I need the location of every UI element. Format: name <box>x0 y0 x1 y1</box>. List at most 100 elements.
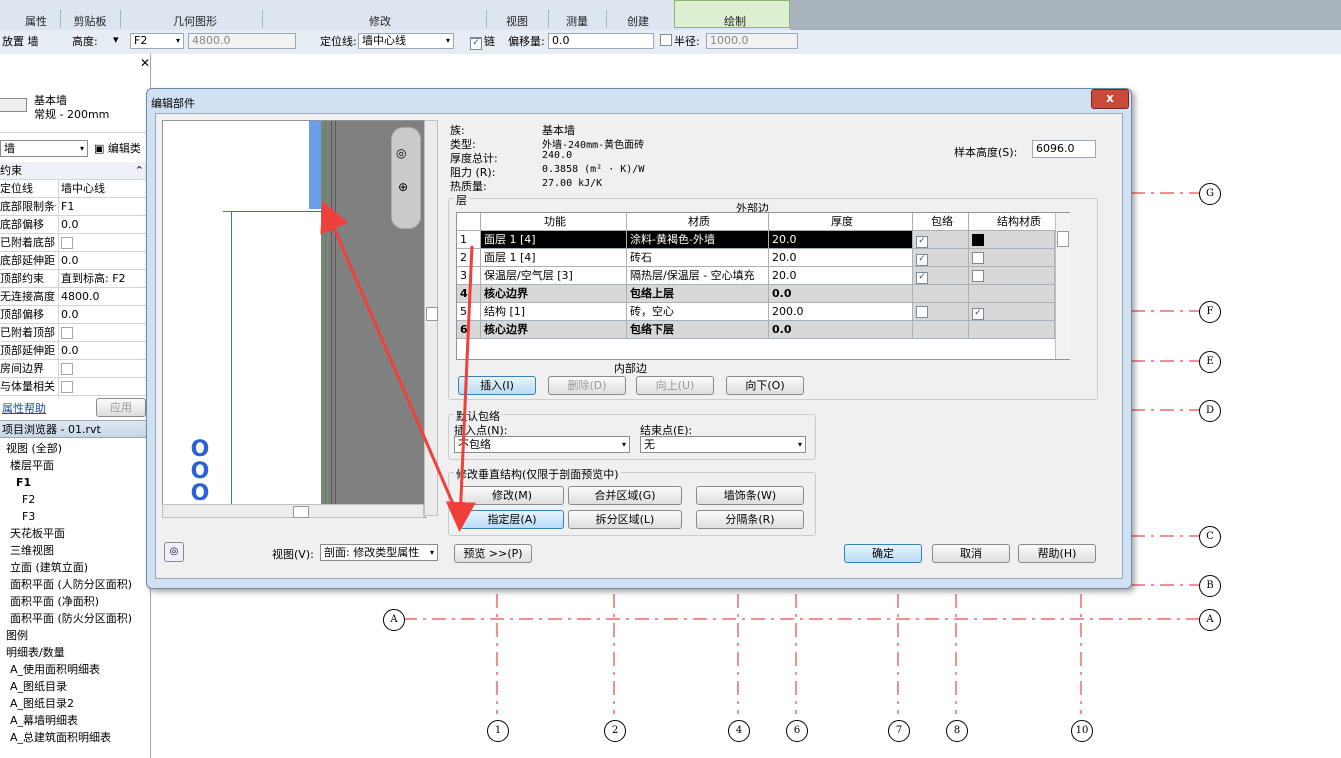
grid-bubble-row[interactable]: G <box>1199 183 1221 205</box>
layer-row[interactable]: 1 面层 1 [4] 涂料-黄褐色-外墙 20.0 ✓ <box>457 231 1070 249</box>
layer-cell-n[interactable]: 3 <box>457 267 481 285</box>
browser-item[interactable]: A_使用面积明细表 <box>10 661 100 678</box>
modify-button[interactable]: 修改(M) <box>460 486 564 505</box>
ok-button[interactable]: 确定 <box>844 544 922 563</box>
layer-cell-wrap[interactable] <box>913 303 969 321</box>
browser-item[interactable]: 楼层平面 <box>10 457 54 474</box>
property-value[interactable]: 0.0 <box>58 306 151 323</box>
layer-cell-struct[interactable] <box>969 231 1055 249</box>
ribbon-group-create[interactable]: 创建 <box>608 13 668 28</box>
sample-height-field[interactable]: 6096.0 <box>1032 140 1096 158</box>
layer-cell-struct[interactable] <box>969 321 1055 339</box>
grid-bubble-row[interactable]: D <box>1199 400 1221 422</box>
end-point-select[interactable]: 无 ▾ <box>640 436 806 453</box>
checkbox-wrap[interactable]: ✓ <box>916 254 928 266</box>
steering-wheel-icon[interactable]: ◎ <box>396 146 406 160</box>
zoom-icon[interactable]: ⊕ <box>398 180 408 194</box>
browser-item[interactable]: 面积平面 (防火分区面积) <box>10 610 132 627</box>
property-checkbox[interactable] <box>61 237 73 249</box>
property-value[interactable] <box>58 234 151 254</box>
property-value[interactable]: 0.0 <box>58 342 151 359</box>
browser-item[interactable]: A_幕墙明细表 <box>10 712 78 729</box>
checkbox-wrap[interactable] <box>916 306 928 318</box>
layer-row[interactable]: 4 核心边界 包络上层 0.0 <box>457 285 1070 303</box>
layer-row[interactable]: 5 结构 [1] 砖，空心 200.0 ✓ <box>457 303 1070 321</box>
layers-table[interactable]: 功能 材质 厚度 包络 结构材质 1 面层 1 [4] 涂料-黄褐色-外墙 20.0 ✓… <box>456 212 1070 360</box>
property-value[interactable]: F1 <box>58 198 151 215</box>
radius-checkbox[interactable] <box>660 34 672 50</box>
grid-bubble-col[interactable]: 7 <box>888 720 910 742</box>
grid-bubble-col[interactable]: 10 <box>1071 720 1093 742</box>
layer-cell-func[interactable]: 结构 [1] <box>481 303 627 321</box>
preview-pane[interactable]: OOO ◎ ⊕ <box>162 120 426 518</box>
ribbon-group-view[interactable]: 视图 <box>492 13 542 28</box>
move-down-button[interactable]: 向下(O) <box>726 376 804 395</box>
browser-item[interactable]: 视图 (全部) <box>6 440 62 457</box>
grid-bubble-col[interactable]: 6 <box>786 720 808 742</box>
grid-bubble-row[interactable]: C <box>1199 526 1221 548</box>
layer-cell-mat[interactable]: 包络下层 <box>627 321 769 339</box>
layer-cell-wrap[interactable]: ✓ <box>913 267 969 285</box>
layer-cell-wrap[interactable] <box>913 321 969 339</box>
type-selector[interactable]: 墙 ▾ <box>0 140 88 157</box>
browser-item[interactable]: A_总建筑面积明细表 <box>10 729 111 746</box>
offset-field[interactable]: 0.0 <box>548 33 654 49</box>
checkbox-struct[interactable] <box>972 252 984 264</box>
property-value[interactable]: 0.0 <box>58 216 151 233</box>
browser-item[interactable]: 天花板平面 <box>10 525 65 542</box>
height-value-field[interactable]: 4800.0 <box>188 33 296 49</box>
preview-button[interactable]: 预览 >>(P) <box>454 544 532 563</box>
layer-cell-mat[interactable]: 砖石 <box>627 249 769 267</box>
layer-row[interactable]: 6 核心边界 包络下层 0.0 <box>457 321 1070 339</box>
checkbox-wrap[interactable]: ✓ <box>916 272 928 284</box>
grid-bubble-row[interactable]: E <box>1199 351 1221 373</box>
property-row[interactable]: 无连接高度 4800.0 <box>0 288 150 306</box>
layer-cell-thk[interactable]: 20.0 <box>769 249 913 267</box>
ribbon-group-measure[interactable]: 测量 <box>552 13 602 28</box>
delete-button[interactable]: 删除(D) <box>548 376 626 395</box>
view-select[interactable]: 剖面: 修改类型属性 ▾ <box>320 544 438 561</box>
checkbox-struct[interactable] <box>972 234 984 246</box>
insert-point-select[interactable]: 不包络 ▾ <box>454 436 630 453</box>
browser-item[interactable]: A_图纸目录 <box>10 678 67 695</box>
insert-button[interactable]: 插入(I) <box>458 376 536 395</box>
layer-cell-struct[interactable]: ✓ <box>969 303 1055 321</box>
browser-item[interactable]: 明细表/数量 <box>6 644 65 661</box>
ribbon-group-clipboard[interactable]: 剪贴板 <box>62 13 118 28</box>
layer-cell-wrap[interactable] <box>913 285 969 303</box>
layer-cell-mat[interactable]: 隔热层/保温层 - 空心填充 <box>627 267 769 285</box>
property-value[interactable]: 墙中心线 <box>58 180 151 197</box>
layer-cell-func[interactable]: 保温层/空气层 [3] <box>481 267 627 285</box>
preview-vscroll[interactable] <box>424 120 438 516</box>
grid-bubble-row[interactable]: A <box>1199 609 1221 631</box>
browser-item[interactable]: A_图纸目录2 <box>10 695 74 712</box>
layer-cell-n[interactable]: 1 <box>457 231 481 249</box>
grid-bubble-col[interactable]: 8 <box>946 720 968 742</box>
split-region-button[interactable]: 拆分区域(L) <box>568 510 682 529</box>
browser-item[interactable]: 立面 (建筑立面) <box>10 559 88 576</box>
property-row[interactable]: 已附着底部 <box>0 234 151 254</box>
height-select[interactable]: F2 ▾ <box>130 33 184 49</box>
layer-cell-mat[interactable]: 涂料-黄褐色-外墙 <box>627 231 769 249</box>
layer-cell-struct[interactable] <box>969 267 1055 285</box>
apply-button[interactable]: 应用 <box>96 398 146 417</box>
ribbon-group-modify[interactable]: 修改 <box>340 13 420 28</box>
navigation-bar[interactable]: ◎ ⊕ <box>391 127 421 229</box>
property-row[interactable]: 底部延伸距离0.0 <box>0 252 150 270</box>
property-value[interactable] <box>58 360 151 380</box>
layer-cell-thk[interactable]: 0.0 <box>769 321 913 339</box>
property-row[interactable]: 房间边界 <box>0 360 151 380</box>
help-button[interactable]: 帮助(H) <box>1018 544 1096 563</box>
layer-cell-n[interactable]: 4 <box>457 285 481 303</box>
close-icon[interactable]: ✕ <box>140 56 150 70</box>
property-value[interactable] <box>58 324 151 344</box>
checkbox-struct[interactable]: ✓ <box>972 308 984 320</box>
browser-item[interactable]: F1 <box>16 474 31 491</box>
layer-row[interactable]: 2 面层 1 [4] 砖石 20.0 ✓ <box>457 249 1070 267</box>
sweeps-button[interactable]: 墙饰条(W) <box>696 486 804 505</box>
reveals-button[interactable]: 分隔条(R) <box>696 510 804 529</box>
ribbon-group-geometry[interactable]: 几何图形 <box>150 13 240 28</box>
ribbon-group-draw[interactable]: 绘制 <box>690 13 780 28</box>
preview-hscroll[interactable] <box>162 504 424 518</box>
cancel-button[interactable]: 取消 <box>932 544 1010 563</box>
